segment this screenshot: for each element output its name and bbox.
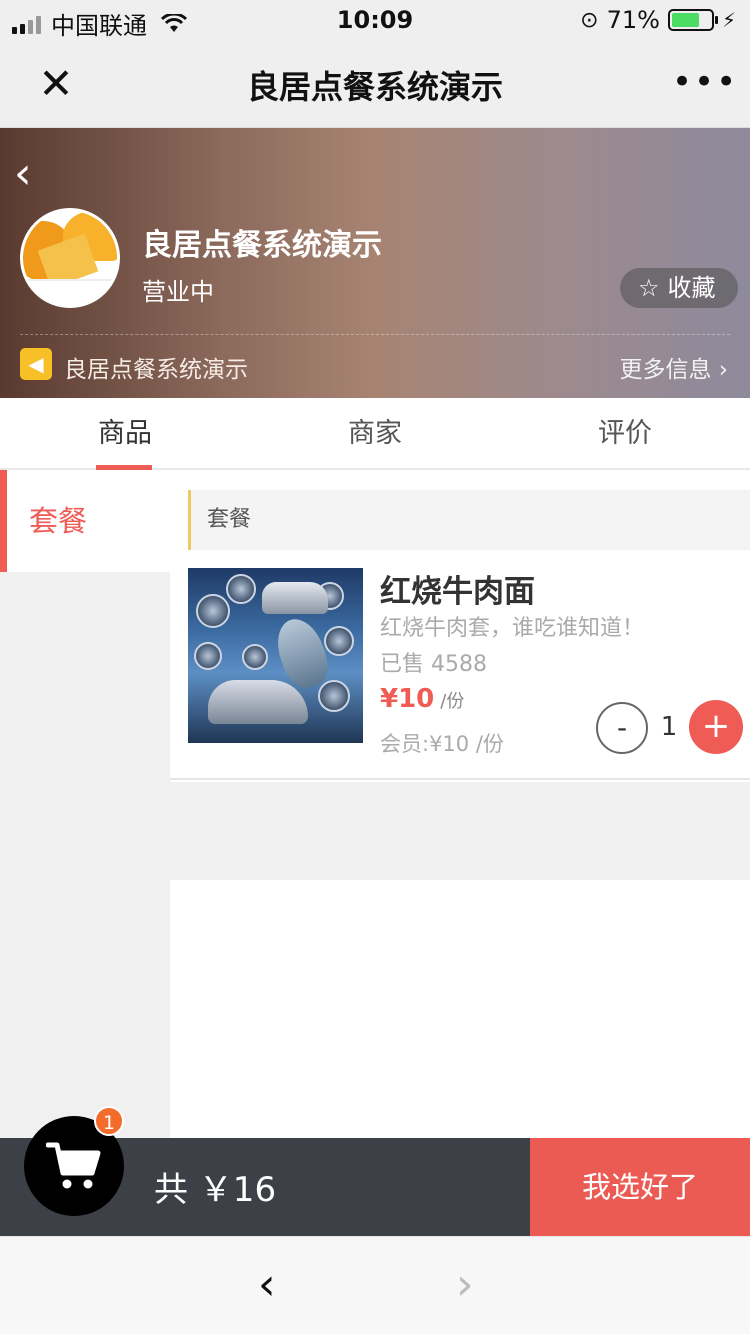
product-list: 套餐 红烧牛肉面 红烧牛肉套，谁吃谁知道！ 已售 4588 ¥10/份 会员:¥… (170, 470, 750, 1140)
cart-total: 共 ￥16 (154, 1170, 277, 1210)
product-name: 红烧牛肉面 (380, 574, 535, 610)
price-unit: /份 (440, 691, 465, 712)
decrease-quantity-button[interactable]: - (596, 702, 648, 754)
tab-merchant[interactable]: 商家 (250, 398, 500, 468)
tab-bar: 商品 商家 评价 (0, 398, 750, 470)
store-name: 良居点餐系统演示 (142, 228, 382, 263)
product-image[interactable] (188, 568, 363, 743)
more-info-label: 更多信息 (619, 357, 712, 383)
tab-products[interactable]: 商品 (0, 398, 250, 470)
store-status: 营业中 (142, 278, 214, 306)
chevron-left-icon[interactable]: ‹ (258, 1259, 276, 1310)
cart-count-badge: 1 (94, 1106, 124, 1136)
shopping-cart-icon (46, 1142, 101, 1189)
product-price: ¥10/份 (380, 684, 464, 714)
member-price: 会员:¥10 /份 (380, 732, 504, 756)
favorite-label: 收藏 (667, 274, 716, 302)
favorite-button[interactable]: ☆ 收藏 (620, 268, 738, 308)
speaker-icon: ◀ (20, 348, 52, 380)
category-sidebar: 套餐 (0, 470, 170, 1140)
top-nav-bar: ✕ 良居点餐系统演示 ••• (0, 40, 750, 128)
price-value: ¥10 (380, 684, 435, 714)
more-icon[interactable]: ••• (672, 62, 736, 106)
checkout-button[interactable]: 我选好了 (530, 1138, 750, 1236)
category-item-combo[interactable]: 套餐 (0, 470, 170, 572)
store-notice: 良居点餐系统演示 (64, 357, 248, 383)
star-icon: ☆ (638, 274, 660, 302)
more-info-link[interactable]: 更多信息 › (619, 350, 728, 384)
list-spacer (170, 782, 750, 880)
store-logo (20, 208, 120, 308)
sold-count: 已售 4588 (380, 652, 487, 677)
battery-icon (667, 9, 718, 31)
increase-quantity-button[interactable]: + (689, 700, 743, 754)
quantity-value: 1 (660, 712, 678, 742)
page-title: 良居点餐系统演示 (246, 68, 503, 106)
product-item[interactable]: 红烧牛肉面 红烧牛肉套，谁吃谁知道！ 已售 4588 ¥10/份 会员:¥10 … (170, 550, 750, 780)
battery-percent: 71% (606, 6, 660, 34)
status-bar: 中国联通 10:09 ⊙ 71% ⚡ (0, 0, 750, 40)
chevron-right-icon[interactable]: › (456, 1259, 474, 1310)
charging-icon: ⚡ (721, 8, 736, 32)
product-description: 红烧牛肉套，谁吃谁知道！ (380, 616, 645, 641)
tab-reviews[interactable]: 评价 (500, 398, 750, 468)
divider (20, 334, 730, 335)
orientation-lock-icon: ⊙ (580, 7, 599, 33)
chevron-right-icon: › (718, 357, 728, 383)
section-title: 套餐 (188, 490, 750, 550)
store-header: ‹ 良居点餐系统演示 营业中 ☆ 收藏 ◀ 良居点餐系统演示 更多信息 › (0, 128, 750, 398)
back-icon[interactable]: ‹ (14, 152, 44, 196)
browser-nav: ‹ › (0, 1236, 750, 1334)
